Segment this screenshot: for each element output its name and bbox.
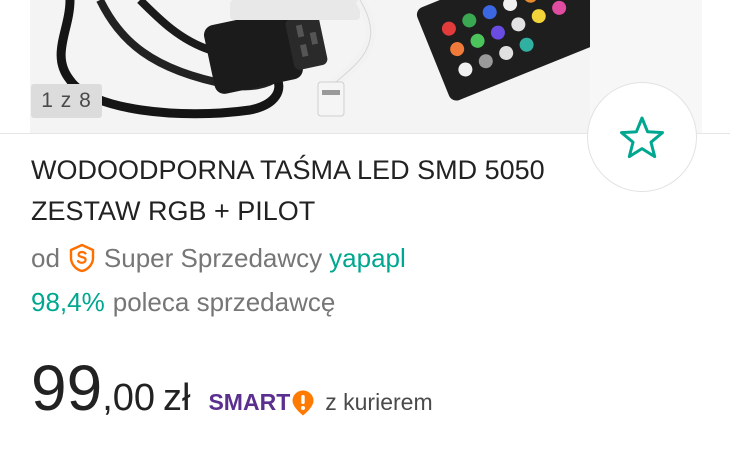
- price-currency: zł: [163, 377, 191, 419]
- price-row: 99 ,00 zł SMART z kurierem: [31, 356, 433, 426]
- price-integer: 99: [31, 352, 103, 424]
- product-title: WODOODPORNA TAŚMA LED SMD 5050 ZESTAW RG…: [31, 155, 545, 226]
- smart-label: SMART: [208, 389, 291, 415]
- smart-exclamation-icon: [292, 390, 314, 415]
- rating-percent: 98,4%: [31, 286, 105, 317]
- seller-info: od Super Sprzedawcy yapapl: [31, 240, 406, 276]
- star-outline-icon: [620, 116, 664, 159]
- rating-text: poleca sprzedawcę: [112, 286, 336, 317]
- price-decimal: ,00: [102, 377, 156, 419]
- smart-badge: SMART: [208, 389, 315, 417]
- seller-prefix: od: [31, 242, 60, 273]
- seller-name-link[interactable]: yapapl: [329, 243, 406, 274]
- super-seller-badge-icon: [68, 243, 96, 273]
- favorite-button[interactable]: [587, 82, 697, 192]
- seller-rating: 98,4% poleca sprzedawcę: [31, 284, 335, 320]
- seller-status: Super Sprzedawcy: [103, 242, 323, 273]
- image-counter: 1 z 8: [31, 84, 102, 118]
- delivery-method: z kurierem: [325, 389, 433, 415]
